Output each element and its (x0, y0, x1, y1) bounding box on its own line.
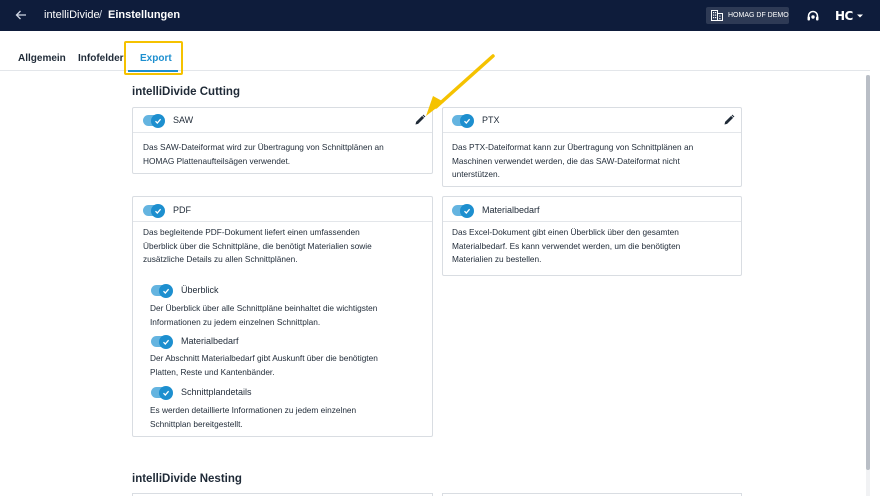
toggle-pdf[interactable] (143, 203, 165, 218)
option-description: Der Überblick über alle Schnittpläne bei… (150, 303, 378, 327)
scrollbar-thumb[interactable] (866, 75, 870, 470)
tenant-selector[interactable]: HOMAG DF DEMO (706, 7, 789, 24)
check-icon (163, 288, 170, 294)
toggle-ueberblick[interactable] (151, 283, 173, 298)
toggle-pdf-materialbedarf[interactable] (151, 334, 173, 349)
building-icon (711, 10, 723, 21)
card-description: Das SAW-Dateiformat wird zur Übertragung… (143, 142, 384, 166)
toggle-saw[interactable] (143, 113, 165, 128)
check-icon (163, 339, 170, 345)
check-icon (155, 208, 162, 214)
top-bar: intelliDivide / Einstellungen HOMAG DF D… (0, 0, 880, 31)
headset-icon[interactable] (806, 9, 820, 23)
card-description: Das PTX-Dateiformat kann zur Übertragung… (452, 142, 694, 179)
card-saw: SAW Das SAW-Dateiformat wird zur Übertra… (132, 107, 433, 174)
option-label-materialbedarf: Materialbedarf (181, 336, 239, 346)
section-title-cutting: intelliDivide Cutting (132, 86, 240, 98)
card-label-saw: SAW (173, 115, 194, 125)
app-name[interactable]: intelliDivide (44, 9, 100, 21)
tab-allgemein[interactable]: Allgemein (18, 53, 66, 64)
tab-infofelder[interactable]: Infofelder (78, 53, 124, 64)
card-label-pdf: PDF (173, 205, 191, 215)
user-menu[interactable]: HC (835, 8, 864, 24)
tenant-name: HOMAG DF DEMO (728, 12, 789, 19)
page-title: Einstellungen (108, 9, 181, 21)
card-label-materialbedarf: Materialbedarf (482, 205, 540, 215)
option-description: Es werden detaillierte Informationen zu … (150, 405, 357, 429)
card-materialbedarf: Materialbedarf Das Excel-Dokument gibt e… (442, 196, 742, 276)
card-description: Das begleitende PDF-Dokument liefert ein… (143, 227, 372, 264)
toggle-materialbedarf[interactable] (452, 203, 474, 218)
option-description: Der Abschnitt Materialbedarf gibt Auskun… (150, 353, 378, 377)
check-icon (163, 390, 170, 396)
section-title-nesting: intelliDivide Nesting (132, 473, 242, 485)
card-description: Das Excel-Dokument gibt einen Überblick … (452, 227, 681, 264)
tab-highlight-box (124, 41, 183, 75)
option-label-ueberblick: Überblick (181, 285, 219, 295)
card-pdf: PDF Das begleitende PDF-Dokument liefert… (132, 196, 433, 437)
annotation-arrow-icon (426, 54, 495, 116)
check-icon (155, 118, 162, 124)
toggle-schnittplandetails[interactable] (151, 385, 173, 400)
chevron-down-icon (856, 14, 863, 18)
arrow-left-icon[interactable] (14, 8, 28, 22)
option-label-schnittplandetails: Schnittplandetails (181, 387, 252, 397)
logo: HC (835, 9, 853, 23)
breadcrumb-separator: / (99, 9, 103, 21)
check-icon (464, 208, 471, 214)
edit-icon[interactable] (723, 114, 735, 126)
